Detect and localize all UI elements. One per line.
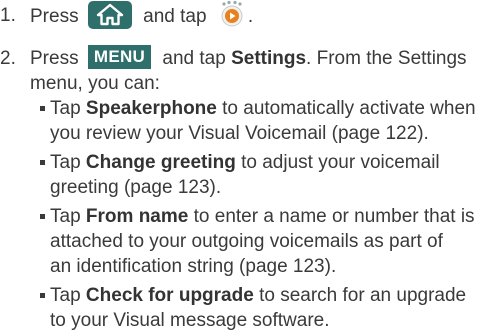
bullet-marker (40, 293, 45, 298)
menu-key: MENU (87, 44, 152, 69)
home-key-icon (87, 1, 132, 29)
instruction-page: 1. Press and tap . 2. Press MENU and tap… (0, 0, 483, 335)
settings-label: Settings (231, 48, 307, 69)
option-name: Speakerphone (85, 98, 217, 119)
step-number: 1. (0, 5, 16, 26)
bullet-marker (40, 214, 45, 219)
bullet-marker (40, 160, 45, 165)
option-name: From name (85, 206, 189, 227)
option-name: Change greeting (85, 152, 236, 173)
step-text: Press MENU and tap Settings. From the Se… (30, 44, 467, 94)
option-name: Check for upgrade (85, 285, 254, 306)
step-text: Press and tap . (30, 0, 480, 31)
bullet-marker (40, 106, 45, 111)
voicemail-app-icon (218, 0, 246, 28)
step-number: 2. (0, 48, 16, 69)
